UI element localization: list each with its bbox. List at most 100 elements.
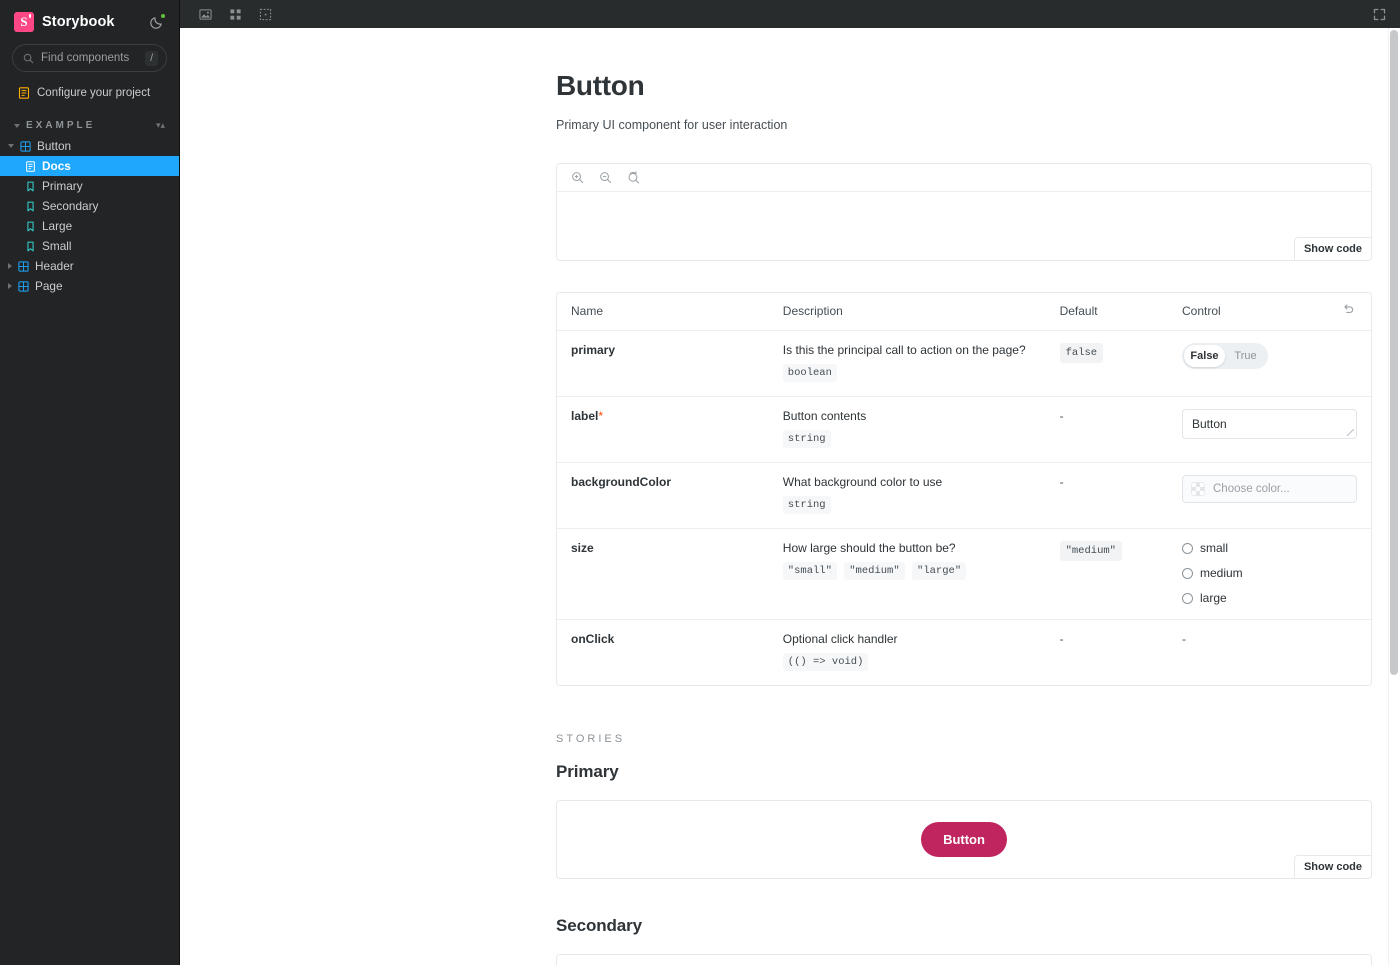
main-panel: Button Primary UI component for user int… <box>180 0 1400 965</box>
sidebar-item-primary[interactable]: Primary <box>0 176 179 196</box>
column-header-name: Name <box>557 293 769 331</box>
story-canvas: Button Show code <box>556 800 1372 879</box>
zoom-out-icon[interactable] <box>595 168 615 188</box>
arg-default-cell: false <box>1046 331 1168 397</box>
sidebar-group-label: EXAMPLE <box>26 120 96 131</box>
search-placeholder: Find components <box>41 52 130 64</box>
arg-name-cell: label* <box>557 396 769 463</box>
arg-description-cell: Button contents string <box>768 396 1046 463</box>
boolean-toggle[interactable]: False True <box>1182 343 1268 369</box>
arg-control-cell: False True <box>1168 331 1371 397</box>
story-title-primary: Primary <box>556 762 619 781</box>
arg-type-chip: "medium" <box>844 562 905 580</box>
column-header-description: Description <box>768 293 1046 331</box>
demo-button-primary[interactable]: Button <box>921 822 1007 857</box>
search-icon <box>23 53 34 63</box>
radio-option-small[interactable]: small <box>1182 541 1357 555</box>
sidebar-item-label: Page <box>35 279 63 293</box>
preview-body <box>557 192 1371 260</box>
arg-type-chip: "small" <box>782 562 837 580</box>
moon-icon[interactable] <box>147 13 166 31</box>
arg-description: How large should the button be? <box>782 541 956 555</box>
radio-label: medium <box>1200 566 1243 580</box>
color-control[interactable]: Choose color... <box>1182 475 1357 503</box>
arg-control-empty: - <box>1182 632 1186 646</box>
arg-control-cell: small medium large <box>1168 528 1371 620</box>
sidebar-item-label: Primary <box>42 179 83 193</box>
arg-default: "medium" <box>1059 541 1122 561</box>
arg-name-cell: primary <box>557 331 769 397</box>
arg-description-cell: Is this the principal call to action on … <box>769 331 1046 397</box>
sidebar-group-example[interactable]: EXAMPLE ▾▴ <box>0 104 179 136</box>
chevron-down-icon <box>14 123 20 128</box>
sidebar-item-large[interactable]: Large <box>0 216 179 236</box>
radio-option-large[interactable]: large <box>1182 591 1357 605</box>
grid-icon[interactable] <box>224 3 246 25</box>
radio-icon[interactable] <box>1182 567 1193 579</box>
chevron-right-icon <box>8 283 12 289</box>
show-code-button[interactable]: Show code <box>1293 855 1372 879</box>
arg-default-cell: - <box>1045 619 1168 685</box>
arg-default: - <box>1059 409 1064 423</box>
sidebar-item-configure[interactable]: Configure your project <box>0 82 179 104</box>
search-input[interactable]: Find components / <box>12 44 167 72</box>
arg-description-cell: What background color to use string <box>768 462 1046 529</box>
arg-type-chip: string <box>782 430 831 448</box>
args-table: Name Description Default Control primary… <box>556 292 1372 686</box>
sidebar-item-small[interactable]: Small <box>0 236 179 256</box>
toggle-option-true[interactable]: True <box>1225 345 1266 367</box>
zoom-in-icon[interactable] <box>567 168 587 188</box>
sidebar-item-secondary[interactable]: Secondary <box>0 196 179 216</box>
table-row: primary Is this the principal call to ac… <box>557 331 1371 397</box>
sidebar-item-page[interactable]: Page <box>0 276 179 296</box>
arg-type-chip: string <box>782 496 831 514</box>
zoom-reset-icon[interactable] <box>623 168 643 188</box>
scrollbar-track <box>1388 28 1389 965</box>
sidebar-item-header[interactable]: Header <box>0 256 179 276</box>
component-icon <box>18 260 29 272</box>
toggle-option-false[interactable]: False <box>1184 345 1225 367</box>
fullscreen-button[interactable] <box>1368 3 1390 25</box>
column-header-default: Default <box>1045 293 1168 331</box>
show-code-button[interactable]: Show code <box>1293 237 1372 261</box>
photo-icon[interactable] <box>194 3 216 25</box>
text-control-label[interactable]: Button <box>1182 409 1357 439</box>
stories-section-label: STORIES <box>556 733 626 745</box>
color-placeholder: Choose color... <box>1213 483 1290 495</box>
chevron-down-icon <box>8 144 14 148</box>
arg-description: Is this the principal call to action on … <box>782 343 1026 357</box>
radio-option-medium[interactable]: medium <box>1182 566 1357 580</box>
arg-description: Optional click handler <box>782 632 898 646</box>
sidebar-item-docs[interactable]: Docs <box>0 156 179 176</box>
docs-page: Button Primary UI component for user int… <box>180 28 1400 965</box>
search-shortcut-badge: / <box>145 50 158 66</box>
arg-description-cell: How large should the button be? "small" … <box>768 528 1046 620</box>
arg-name-cell: backgroundColor <box>557 462 769 529</box>
radio-icon[interactable] <box>1182 542 1193 554</box>
table-row: backgroundColor What background color to… <box>557 462 1371 529</box>
radio-icon[interactable] <box>1182 592 1193 604</box>
reset-controls-cell <box>1291 293 1371 331</box>
bookmark-icon <box>27 221 34 231</box>
radio-label: large <box>1200 591 1227 605</box>
bookmark-icon <box>27 241 34 251</box>
expand-all-icon[interactable]: ▾▴ <box>156 121 165 130</box>
docs-preview: Show code <box>556 163 1372 261</box>
story-block-primary: Button Show code <box>556 800 1372 879</box>
sidebar-item-label: Small <box>42 239 72 253</box>
sidebar-item-label: Secondary <box>42 199 99 213</box>
arg-default: - <box>1059 475 1064 489</box>
outline-icon[interactable] <box>254 3 276 25</box>
column-header-control: Control <box>1168 293 1292 331</box>
arg-name: size <box>571 541 594 555</box>
brand-link[interactable]: S Storybook <box>14 12 115 32</box>
undo-icon[interactable] <box>1342 303 1355 319</box>
arg-default-cell: "medium" <box>1045 528 1168 620</box>
sidebar-item-label: Button <box>37 139 72 153</box>
sidebar-tree: Button Docs Primary Secondary Large Smal… <box>0 136 179 296</box>
color-swatch-icon[interactable] <box>1191 482 1205 496</box>
arg-name: primary <box>571 343 616 357</box>
page-title: Button <box>556 70 645 101</box>
arg-default-cell: - <box>1045 396 1168 463</box>
sidebar-item-button[interactable]: Button <box>0 136 179 156</box>
